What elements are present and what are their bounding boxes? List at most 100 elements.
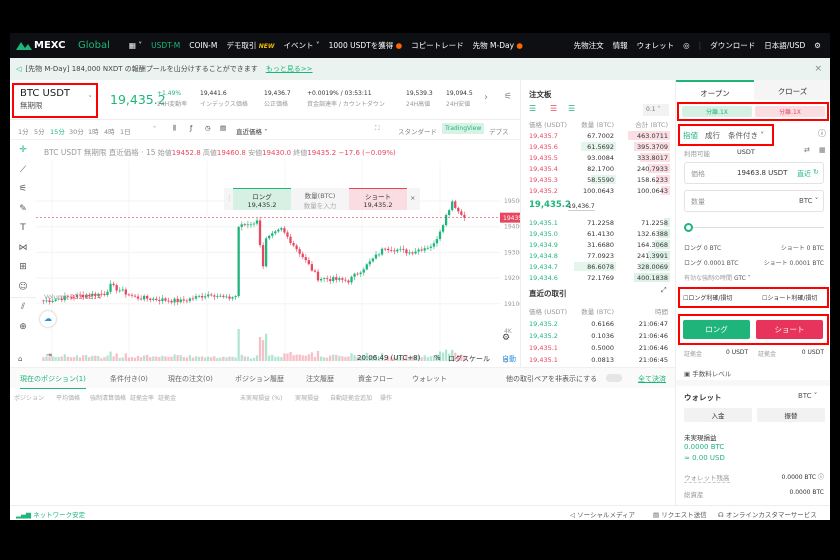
position-tab-2[interactable]: 現在の注文(0) <box>168 374 213 384</box>
transfer-button[interactable]: 振替 <box>757 408 825 422</box>
position-tab-6[interactable]: ウォレット <box>412 374 447 384</box>
price-chart[interactable]: 19500.0 19400.0 19300.0 19200.0 19100.0 19435… <box>36 141 520 381</box>
symbol-selector[interactable]: BTC USDT 無期限 ˅ <box>12 83 98 118</box>
ask-row[interactable]: 19,435.4 82.1700 240.7933 <box>521 163 676 174</box>
quantity-slider[interactable] <box>684 223 824 233</box>
long-button[interactable]: ロング <box>683 320 750 339</box>
nav-language[interactable]: 日本語/USD <box>764 40 805 51</box>
transfer-icon[interactable]: ⇄ <box>804 146 810 154</box>
more-intervals-icon[interactable]: ˅ <box>153 125 156 133</box>
close-banner-icon[interactable]: × <box>814 64 822 74</box>
ruler-icon[interactable]: ⫽ <box>10 297 36 318</box>
nav-wallet[interactable]: ウォレット <box>637 40 675 51</box>
indicators-icon[interactable]: ƒ <box>190 124 192 132</box>
zoom-in-icon[interactable]: ⊕ <box>10 318 36 338</box>
close-quick-order-icon[interactable]: × <box>410 194 415 202</box>
info-icon[interactable]: ⓘ <box>818 128 826 139</box>
crosshair-icon[interactable]: ✛ <box>10 141 36 161</box>
interval-4[interactable]: 1時 <box>88 126 99 136</box>
fee-level-link[interactable]: ▣ 手数料レベル <box>684 368 731 378</box>
close-all-link[interactable]: 全て決済 <box>638 374 666 384</box>
nav-demo[interactable]: デモ取引 NEW <box>226 40 274 51</box>
view-asks-icon[interactable]: ☰ <box>550 104 557 113</box>
bid-row[interactable]: 19,434.6 72.1769 400.1838 <box>521 272 676 283</box>
interval-6[interactable]: 1日 <box>120 126 131 136</box>
home-icon[interactable]: ⌂ <box>18 355 22 363</box>
apps-grid-icon[interactable]: ▦ ˅ <box>129 41 142 50</box>
quick-long-button[interactable]: ロング 19,435.2 <box>233 188 291 210</box>
bid-row[interactable]: 19,434.7 86.6078 328.0069 <box>521 261 676 272</box>
auto-scale-toggle[interactable]: 自動 <box>502 354 516 364</box>
bid-row[interactable]: 19,434.8 77.0923 241.3991 <box>521 250 676 261</box>
order-type-limit[interactable]: 指値 <box>683 130 698 141</box>
position-tab-5[interactable]: 資金フロー <box>358 374 393 384</box>
clock-icon[interactable]: ◷ <box>205 124 211 132</box>
position-tab-3[interactable]: ポジション履歴 <box>235 374 284 384</box>
brush-icon[interactable]: ✎ <box>10 200 36 220</box>
layout-settings-icon[interactable]: ⚟ <box>504 92 512 102</box>
interval-5[interactable]: 4時 <box>104 126 115 136</box>
position-tab-1[interactable]: 条件付き(0) <box>110 374 148 384</box>
interval-0[interactable]: 1分 <box>18 126 29 136</box>
scroll-right-icon[interactable]: › <box>484 92 488 103</box>
interval-3[interactable]: 30分 <box>69 126 84 136</box>
fib-icon[interactable]: ⚟ <box>10 180 36 200</box>
emoji-icon[interactable]: ☺ <box>10 278 36 298</box>
view-depth[interactable]: デプス <box>489 126 509 136</box>
nav-usdt-m[interactable]: USDT-M <box>151 41 180 50</box>
cloud-icon[interactable]: ☁ <box>40 311 56 327</box>
request-link[interactable]: ▤ リクエスト送信 <box>653 509 707 519</box>
social-media-link[interactable]: ◁ ソーシャルメディア <box>570 509 635 519</box>
nav-bonus[interactable]: 1000 USDTを獲得 ● <box>329 40 403 51</box>
support-link[interactable]: ☊ オンラインカスタマーサービス <box>718 509 817 519</box>
tab-close[interactable]: クローズ <box>754 80 830 100</box>
quantity-unit-select[interactable]: BTC ˅ <box>799 197 818 205</box>
hide-other-pairs-toggle[interactable] <box>606 374 622 382</box>
view-standard[interactable]: スタンダード <box>398 126 437 136</box>
order-type-conditional[interactable]: 条件付き ˅ <box>728 130 764 141</box>
text-tool-icon[interactable]: T <box>10 219 36 239</box>
pattern-icon[interactable]: ⋈ <box>10 239 36 259</box>
nav-info[interactable]: 情報 <box>613 40 628 51</box>
percent-toggle[interactable]: % <box>434 354 441 362</box>
help-icon[interactable]: ⓘ <box>818 474 824 481</box>
ask-row[interactable]: 19,435.5 93.0084 333.8017 <box>521 152 676 163</box>
price-input[interactable]: 価格 19463.8 USDT 直近 ↻ <box>684 162 824 184</box>
drag-handle-icon[interactable]: ⋮ <box>226 194 233 202</box>
position-tab-0[interactable]: 現在のポジション(1) <box>20 374 86 389</box>
notes-icon[interactable]: ▤ <box>220 124 226 132</box>
ask-row[interactable]: 19,435.7 67.7002 463.0711 <box>521 130 676 141</box>
view-bids-icon[interactable]: ☰ <box>568 104 575 113</box>
trend-line-icon[interactable]: ⟋ <box>10 161 36 181</box>
quick-short-button[interactable]: ショート 19,435.2 <box>349 188 407 210</box>
bid-row[interactable]: 19,435.0 61.4130 132.6388 <box>521 228 676 239</box>
measure-icon[interactable]: ⊞ <box>10 258 36 278</box>
nav-events[interactable]: イベント ˅ <box>284 40 320 51</box>
bid-row[interactable]: 19,435.1 71.2258 71.2258 <box>521 217 676 228</box>
ask-row[interactable]: 19,435.6 61.5692 395.3709 <box>521 141 676 152</box>
banner-more-link[interactable]: もっと見る>> <box>266 64 313 74</box>
nav-mday[interactable]: 先物 M-Day ● <box>473 40 523 51</box>
nav-copy-trade[interactable]: コピートレード <box>411 40 464 51</box>
wallet-unit-select[interactable]: BTC ˅ <box>798 392 817 400</box>
refresh-icon[interactable]: ↻ <box>813 168 819 176</box>
price-type-select[interactable]: 直近価格 ˅ <box>236 126 267 136</box>
precision-select[interactable]: 0.1 ˅ <box>643 104 669 116</box>
settings-gear-icon[interactable]: ⚙ <box>814 41 821 50</box>
tp-sl-short-checkbox[interactable]: ☐ショート利確/損切 <box>762 293 817 302</box>
deposit-button[interactable]: 入金 <box>684 408 752 422</box>
quantity-input[interactable]: 数量 BTC ˅ <box>684 190 824 212</box>
calculator-icon[interactable]: ▦ <box>819 146 826 154</box>
ask-row[interactable]: 19,435.3 58.5590 158.6233 <box>521 174 676 185</box>
tab-open[interactable]: オープン <box>676 80 754 100</box>
candle-type-icon[interactable]: ⫼ <box>173 124 176 133</box>
logo[interactable]: MEXC Global <box>16 40 119 51</box>
expand-trades-icon[interactable]: ⤢ <box>661 286 667 295</box>
order-type-market[interactable]: 成行 <box>705 130 720 141</box>
time-in-force[interactable]: 有効な強制の時間 GTC ˅ <box>684 273 751 282</box>
short-button[interactable]: ショート <box>756 320 823 339</box>
ask-row[interactable]: 19,435.2 100.0643 100.0643 <box>521 185 676 196</box>
margin-short-button[interactable]: 分離.1X <box>755 106 825 117</box>
nav-coin-m[interactable]: COIN-M <box>189 41 217 50</box>
quick-qty-input[interactable]: 数量(BTC) 数量を入力 <box>291 188 349 210</box>
